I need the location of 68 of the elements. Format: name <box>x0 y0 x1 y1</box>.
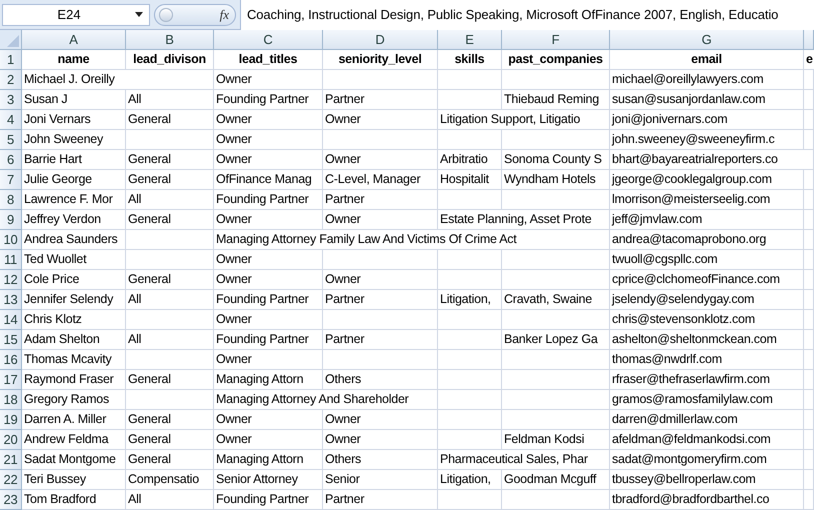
empty-cell[interactable] <box>804 270 814 290</box>
empty-cell[interactable] <box>438 490 502 510</box>
row-header[interactable]: 7 <box>0 170 22 190</box>
empty-cell[interactable] <box>804 330 814 350</box>
empty-cell[interactable] <box>804 490 814 510</box>
empty-cell[interactable] <box>804 130 814 150</box>
row-header[interactable]: 4 <box>0 110 22 130</box>
empty-cell[interactable] <box>804 310 814 330</box>
insert-function-button[interactable]: fx <box>220 6 229 22</box>
row-header[interactable]: 13 <box>0 290 22 310</box>
empty-cell[interactable] <box>804 190 814 210</box>
column-header[interactable]: G <box>610 30 804 50</box>
column-header[interactable]: E <box>438 30 502 50</box>
row-header[interactable]: 1 <box>0 50 22 70</box>
empty-cell[interactable] <box>438 350 502 370</box>
empty-cell[interactable] <box>804 210 814 230</box>
column-header[interactable]: A <box>22 30 126 50</box>
row-header[interactable]: 23 <box>0 490 22 510</box>
row-header[interactable]: 17 <box>0 370 22 390</box>
row-header[interactable]: 6 <box>0 150 22 170</box>
row-header[interactable]: 19 <box>0 410 22 430</box>
row-header[interactable]: 21 <box>0 450 22 470</box>
empty-cell[interactable] <box>804 410 814 430</box>
empty-cell[interactable] <box>804 430 814 450</box>
row-header[interactable]: 14 <box>0 310 22 330</box>
empty-cell[interactable] <box>804 370 814 390</box>
formula-field[interactable]: Coaching, Instructional Design, Public Speaking, Microsoft OfFinance 2007, English, Educatio <box>240 0 814 30</box>
empty-cell[interactable] <box>438 250 502 270</box>
row-header[interactable]: 22 <box>0 470 22 490</box>
empty-cell[interactable] <box>804 230 814 250</box>
empty-cell[interactable] <box>804 450 814 470</box>
formula-bar-divider-handle[interactable]: fx <box>154 4 236 26</box>
row-header[interactable]: 9 <box>0 210 22 230</box>
row-header[interactable]: 11 <box>0 250 22 270</box>
empty-cell[interactable] <box>804 170 814 190</box>
empty-cell[interactable] <box>804 350 814 370</box>
row-header[interactable]: 8 <box>0 190 22 210</box>
empty-cell[interactable] <box>804 90 814 110</box>
column-header[interactable]: F <box>502 30 610 50</box>
row-header[interactable]: 12 <box>0 270 22 290</box>
circle-handle-icon <box>159 8 173 22</box>
select-all-button[interactable] <box>0 30 22 50</box>
column-header[interactable] <box>804 30 814 50</box>
empty-cell[interactable] <box>438 390 502 410</box>
column-title-cell[interactable]: e <box>804 50 814 69</box>
corner-triangle-icon <box>7 35 19 47</box>
empty-cell[interactable] <box>438 370 502 390</box>
row-header[interactable]: 5 <box>0 130 22 150</box>
column-header[interactable]: D <box>323 30 438 50</box>
name-box[interactable]: E24 <box>2 4 150 26</box>
row-header[interactable]: 3 <box>0 90 22 110</box>
row-header[interactable]: 15 <box>0 330 22 350</box>
empty-cell[interactable] <box>438 310 502 330</box>
row-header[interactable]: 20 <box>0 430 22 450</box>
empty-cell[interactable] <box>804 290 814 310</box>
empty-cell[interactable] <box>804 250 814 270</box>
caret-icon <box>135 12 143 17</box>
empty-cell[interactable] <box>438 70 502 90</box>
row-header[interactable]: 2 <box>0 70 22 90</box>
row-header[interactable]: 18 <box>0 390 22 410</box>
row-header[interactable]: 16 <box>0 350 22 370</box>
column-header[interactable]: C <box>214 30 323 50</box>
empty-cell[interactable] <box>804 390 814 410</box>
column-header[interactable]: B <box>126 30 214 50</box>
empty-cell[interactable] <box>804 110 814 130</box>
empty-cell[interactable] <box>438 410 502 430</box>
row-header[interactable]: 10 <box>0 230 22 250</box>
empty-cell[interactable] <box>804 470 814 490</box>
